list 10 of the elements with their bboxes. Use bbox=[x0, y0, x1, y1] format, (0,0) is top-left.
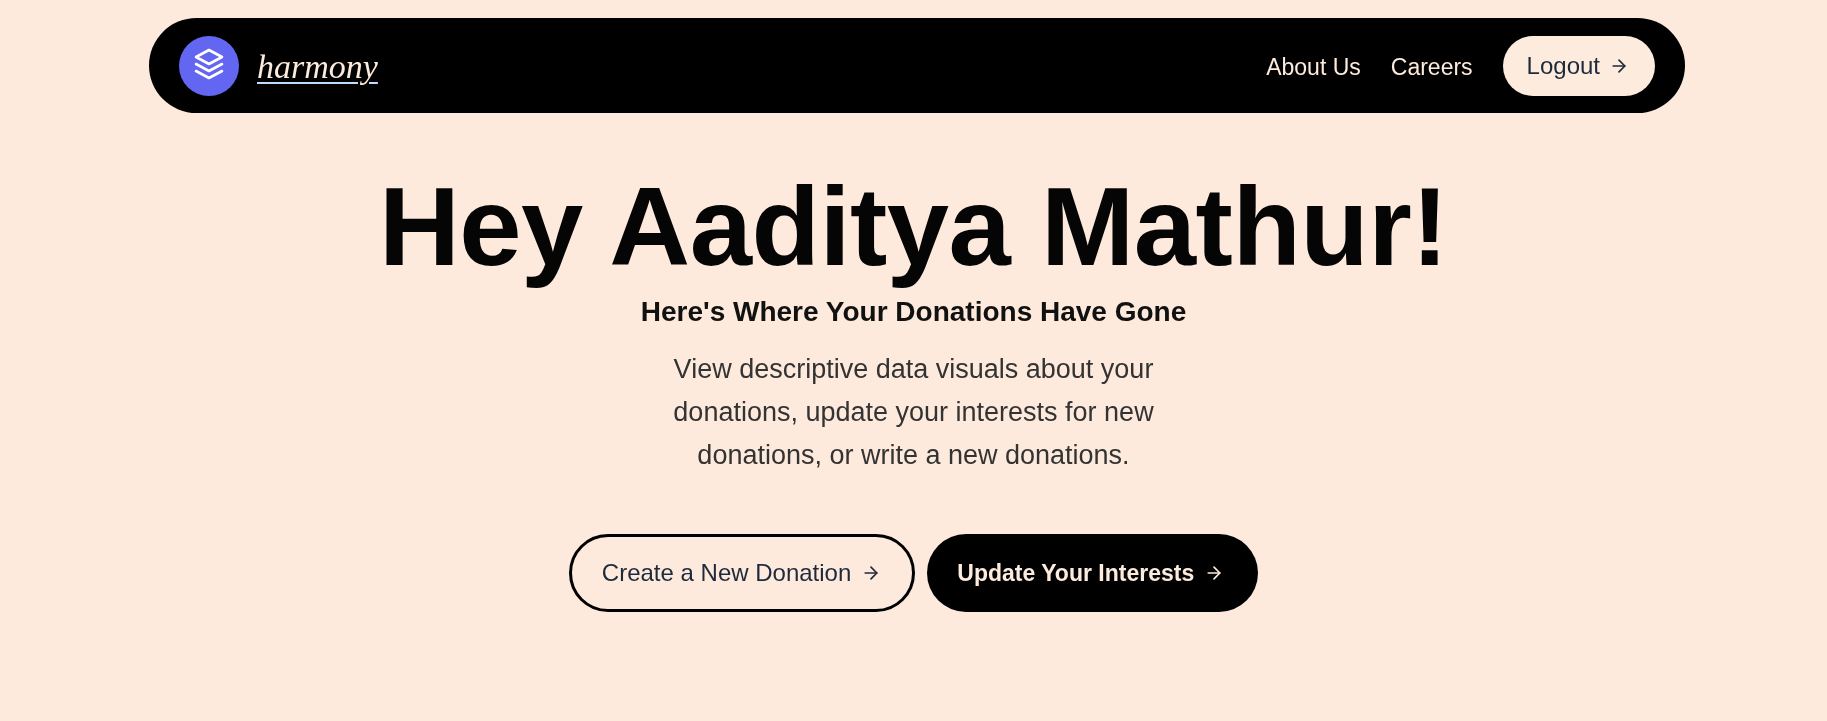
create-donation-button[interactable]: Create a New Donation bbox=[568, 534, 916, 613]
layers-icon bbox=[179, 35, 239, 96]
description-text: View descriptive data visuals about your donations, update your interests for new donations, or write a new donations. bbox=[672, 353, 1155, 473]
update-interests-button[interactable]: Update Your Interests bbox=[927, 534, 1259, 613]
subheading: Here's Where Your Donations Have Gone bbox=[640, 294, 1187, 329]
logout-button[interactable]: Logout bbox=[1502, 35, 1655, 96]
nav-link[interactable]: About Us bbox=[1266, 50, 1361, 81]
greeting-heading: Hey Aaditya Mathur! bbox=[377, 163, 1450, 291]
brand-link[interactable]: harmony bbox=[257, 45, 378, 86]
nav-link[interactable]: Careers bbox=[1390, 50, 1473, 81]
